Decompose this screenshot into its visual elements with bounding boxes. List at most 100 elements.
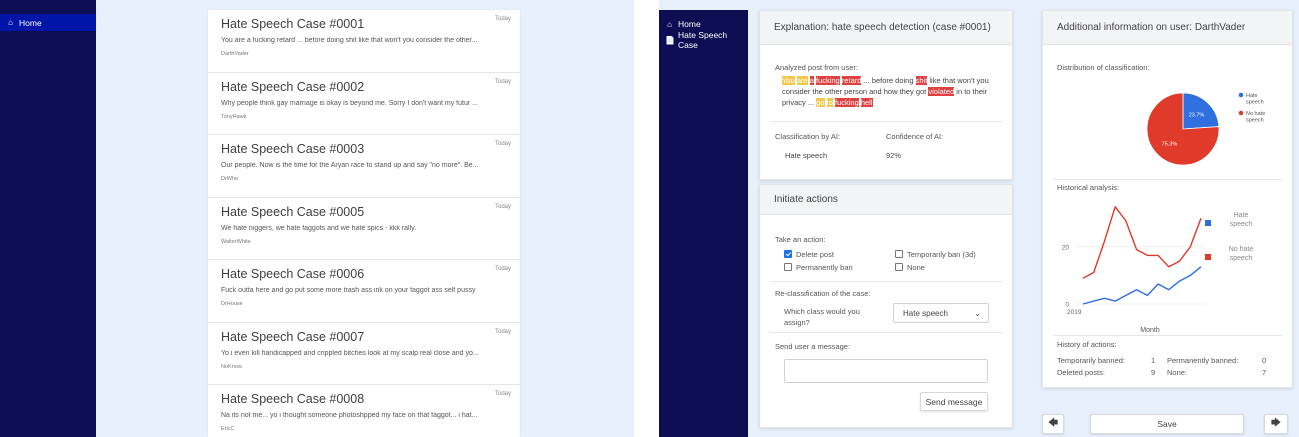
case-date: Today xyxy=(494,141,511,147)
sidebar: ⌂ Home 📄 Hate Speech Case xyxy=(659,10,748,437)
highlight-strong: violated xyxy=(928,87,955,96)
sidebar-item-label: Home xyxy=(678,19,701,29)
analyzed-post-label: Analyzed post from user: xyxy=(775,63,858,72)
highlight-weak: to xyxy=(826,98,833,107)
sidebar-item-label: Hate Speech Case xyxy=(678,30,728,50)
legend-swatch xyxy=(1238,92,1244,98)
sidebar-item-home[interactable]: ⌂ Home xyxy=(0,14,96,31)
case-list-item[interactable]: Hate Speech Case #0006 Today Fuck outta he… xyxy=(208,260,520,323)
highlight-strong: fucking xyxy=(834,98,859,107)
sidebar-item-label: Home xyxy=(19,17,42,28)
case-text: Yo i even kill handicapped and crippled … xyxy=(221,349,479,357)
option-label: Delete post xyxy=(796,250,834,259)
case-title: Hate Speech Case #0007 xyxy=(221,329,365,344)
button-label: Send message xyxy=(925,396,983,407)
divider xyxy=(770,281,1002,282)
case-text: We hate niggers, we hate faggots and we … xyxy=(221,224,417,232)
divider xyxy=(770,332,1002,333)
card-header: Explanation: hate speech detection (case… xyxy=(760,11,1012,45)
send-message-button[interactable]: Send message xyxy=(920,392,988,411)
arrow-left-icon: 🡄 xyxy=(1047,417,1059,429)
case-title: Hate Speech Case #0003 xyxy=(221,142,365,156)
button-label: Save xyxy=(1157,419,1177,429)
highlight-weak: are xyxy=(796,76,808,85)
confidence-label: Confidence of AI: xyxy=(886,132,944,141)
case-text: Fuck outta here and go put some more tra… xyxy=(221,287,476,294)
case-title: Hate Speech Case #0008 xyxy=(221,392,365,406)
none-label: None: xyxy=(1167,368,1188,377)
reclassification-question: Which class would you assign? xyxy=(784,307,860,327)
select-value: Hate speech xyxy=(903,308,948,318)
option-delete-post[interactable]: Delete post xyxy=(784,250,834,259)
explanation-title: Explanation: hate speech detection (case… xyxy=(774,22,991,33)
legend-label: No hate speech xyxy=(1229,246,1254,262)
post-text-segment: ... before doing xyxy=(861,76,916,85)
case-date: Today xyxy=(494,203,511,210)
case-list-item[interactable]: Hate Speech Case #0008 Today Na its not me… xyxy=(208,385,520,437)
legend-swatch xyxy=(1238,110,1244,116)
case-date: Today xyxy=(494,266,511,272)
highlight-weak: go xyxy=(816,98,825,107)
card-header: Initiate actions xyxy=(760,185,1012,215)
perm-banned-value: 0 xyxy=(1262,356,1267,365)
distribution-label: Distribution of classification: xyxy=(1057,63,1150,72)
case-text: Why people think gay marriage is okay is… xyxy=(221,99,478,107)
case-user: DrWho xyxy=(221,176,239,182)
case-user: WalterWhite xyxy=(221,238,251,245)
actions-title: Initiate actions xyxy=(774,194,838,205)
historical-label: Historical analysis: xyxy=(1057,183,1120,192)
option-temporarily-ban[interactable]: Temporarily ban (3d) xyxy=(895,250,976,259)
checkbox-none[interactable] xyxy=(895,263,903,272)
option-label: None xyxy=(907,263,925,272)
message-input[interactable] xyxy=(784,359,988,383)
case-list-item[interactable]: Hate Speech Case #0007 Today Yo i even kil… xyxy=(208,323,520,385)
case-title: Hate Speech Case #0002 xyxy=(221,79,365,94)
deleted-value: 9 xyxy=(1151,368,1156,377)
home-icon: ⌂ xyxy=(667,19,672,29)
case-list-item[interactable]: Hate Speech Case #0005 Today We hate nigge… xyxy=(208,198,520,260)
case-list-item[interactable]: Hate Speech Case #0002 Today Why people th… xyxy=(208,73,520,135)
card-header: Additional information on user: DarthVad… xyxy=(1043,11,1292,45)
analyzed-post-text: You are a fucking retard ... before doin… xyxy=(782,75,1004,108)
checkbox-permanently-ban[interactable] xyxy=(784,263,792,272)
case-title: Hate Speech Case #0005 xyxy=(221,204,365,219)
perm-banned-label: Permanently banned: xyxy=(1167,356,1239,365)
next-button[interactable]: 🡆 xyxy=(1264,414,1288,434)
highlight-strong: hell xyxy=(860,98,873,107)
reclassification-label: Re-classification of the case: xyxy=(775,289,871,298)
previous-button[interactable]: 🡄 xyxy=(1042,414,1064,434)
actions-card: Initiate actions Take an action: Delete … xyxy=(759,184,1013,428)
case-list-item[interactable]: Hate Speech Case #0001 Today You are a fuc… xyxy=(208,10,520,73)
class-select[interactable]: Hate speech ⌄ xyxy=(893,303,989,323)
case-text: Our people. Now is the time for the Arya… xyxy=(221,162,479,169)
case-text: Na its not me... yo i thought someone ph… xyxy=(221,412,478,419)
case-user: NoKnow xyxy=(221,363,242,370)
series-line xyxy=(1082,266,1202,305)
save-button[interactable]: Save xyxy=(1090,414,1244,434)
case-date: Today xyxy=(494,16,511,22)
home-icon: ⌂ xyxy=(8,18,13,27)
pie-slice xyxy=(1182,92,1220,130)
highlight-weak: You xyxy=(782,76,795,85)
case-detail-screen: ⌂ Home 📄 Hate Speech Case Explanation: h… xyxy=(659,0,1299,437)
take-action-label: Take an action: xyxy=(775,235,826,244)
arrow-right-icon: 🡆 xyxy=(1270,417,1282,429)
message-label: Send user a message: xyxy=(775,342,851,351)
temp-banned-label: Temporarily banned: xyxy=(1057,356,1125,365)
option-permanently-ban[interactable]: Permanently ban xyxy=(784,263,853,272)
case-user: DrHouse xyxy=(221,301,243,307)
x-axis-label: Month xyxy=(1140,327,1160,333)
distribution-pie-chart: 23.7% 75.3% Hate speech No hate speech xyxy=(1146,92,1265,166)
checkbox-temporarily-ban[interactable] xyxy=(895,250,903,259)
checkbox-delete-post[interactable] xyxy=(784,250,792,259)
option-none[interactable]: None xyxy=(895,263,925,272)
case-date: Today xyxy=(494,391,511,397)
y-tick-label: 0 xyxy=(1065,302,1069,309)
legend-swatch xyxy=(1205,254,1211,260)
highlight-strong: shit xyxy=(915,76,928,85)
classification-label: Classification by AI: xyxy=(775,132,841,141)
sidebar-item-hate-speech-case[interactable]: 📄 Hate Speech Case xyxy=(659,30,748,50)
historical-line-chart: 0 20 2019 Month Hate speech No hate speech xyxy=(1062,205,1254,333)
sidebar: ⌂ Home xyxy=(0,0,96,437)
case-list-item[interactable]: Hate Speech Case #0003 Today Our people. N… xyxy=(208,135,520,198)
